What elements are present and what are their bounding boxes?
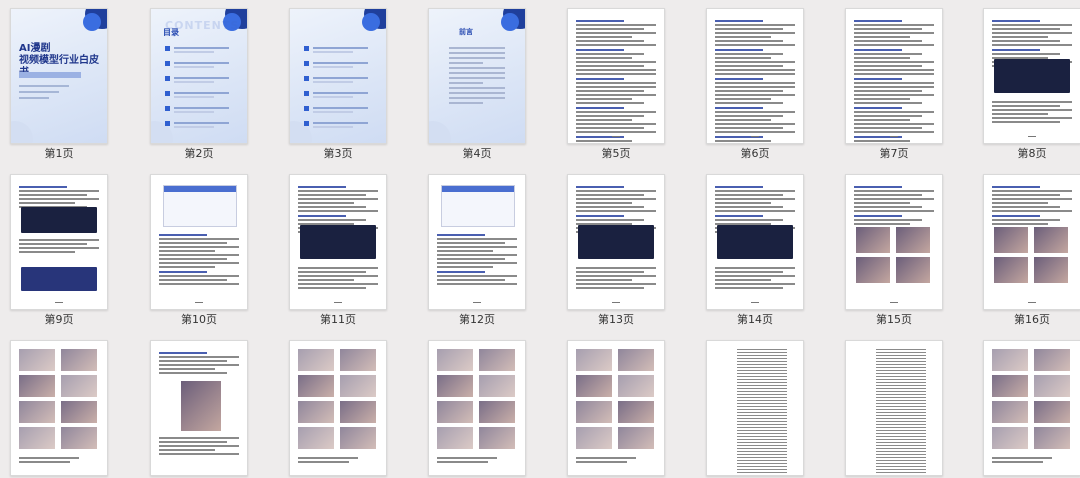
page-number-label: 第13页 [598,313,634,326]
page-preview[interactable] [983,340,1080,476]
page-preview[interactable] [567,174,665,310]
page-preview[interactable] [845,340,943,476]
page-preview[interactable] [706,8,804,144]
page-number-label: 第6页 [740,147,770,160]
page-number-label: 第12页 [459,313,495,326]
page-preview[interactable] [845,8,943,144]
page-number-label: 第14页 [737,313,773,326]
page-preview[interactable] [567,340,665,476]
page-number-label: 第3页 [323,147,353,160]
page-number-label: 第2页 [184,147,214,160]
page-preview[interactable]: 前言 [428,8,526,144]
page-number-label: 第1页 [44,147,74,160]
page-preview[interactable] [845,174,943,310]
page-number-label: 第4页 [462,147,492,160]
page-preview[interactable] [10,340,108,476]
page-number-label: 第11页 [320,313,356,326]
page-preview[interactable] [150,174,248,310]
page-preview[interactable] [150,340,248,476]
page-number-label: 第5页 [601,147,631,160]
page-preview[interactable] [289,340,387,476]
page-preview[interactable] [289,8,387,144]
page-preview[interactable] [706,174,804,310]
page-preview[interactable] [983,174,1080,310]
page-preview[interactable] [567,8,665,144]
page-preview[interactable] [428,340,526,476]
page-number-label: 第8页 [1017,147,1047,160]
page-number-label: 第10页 [181,313,217,326]
page-preview[interactable] [706,340,804,476]
page-number-label: 第15页 [876,313,912,326]
page-preview[interactable]: CONTENTS 目录 [150,8,248,144]
page-number-label: 第7页 [879,147,909,160]
page-preview[interactable]: AI漫剧视频模型行业白皮书 [10,8,108,144]
page-number-label: 第16页 [1014,313,1050,326]
page-preview[interactable] [983,8,1080,144]
page-thumbnail-grid: AI漫剧视频模型行业白皮书第1页 CONTENTS目录第2页 第3页 前言第4页 第5页… [0,0,1080,478]
page-number-label: 第9页 [44,313,74,326]
page-preview[interactable] [10,174,108,310]
page-preview[interactable] [428,174,526,310]
page-preview[interactable] [289,174,387,310]
